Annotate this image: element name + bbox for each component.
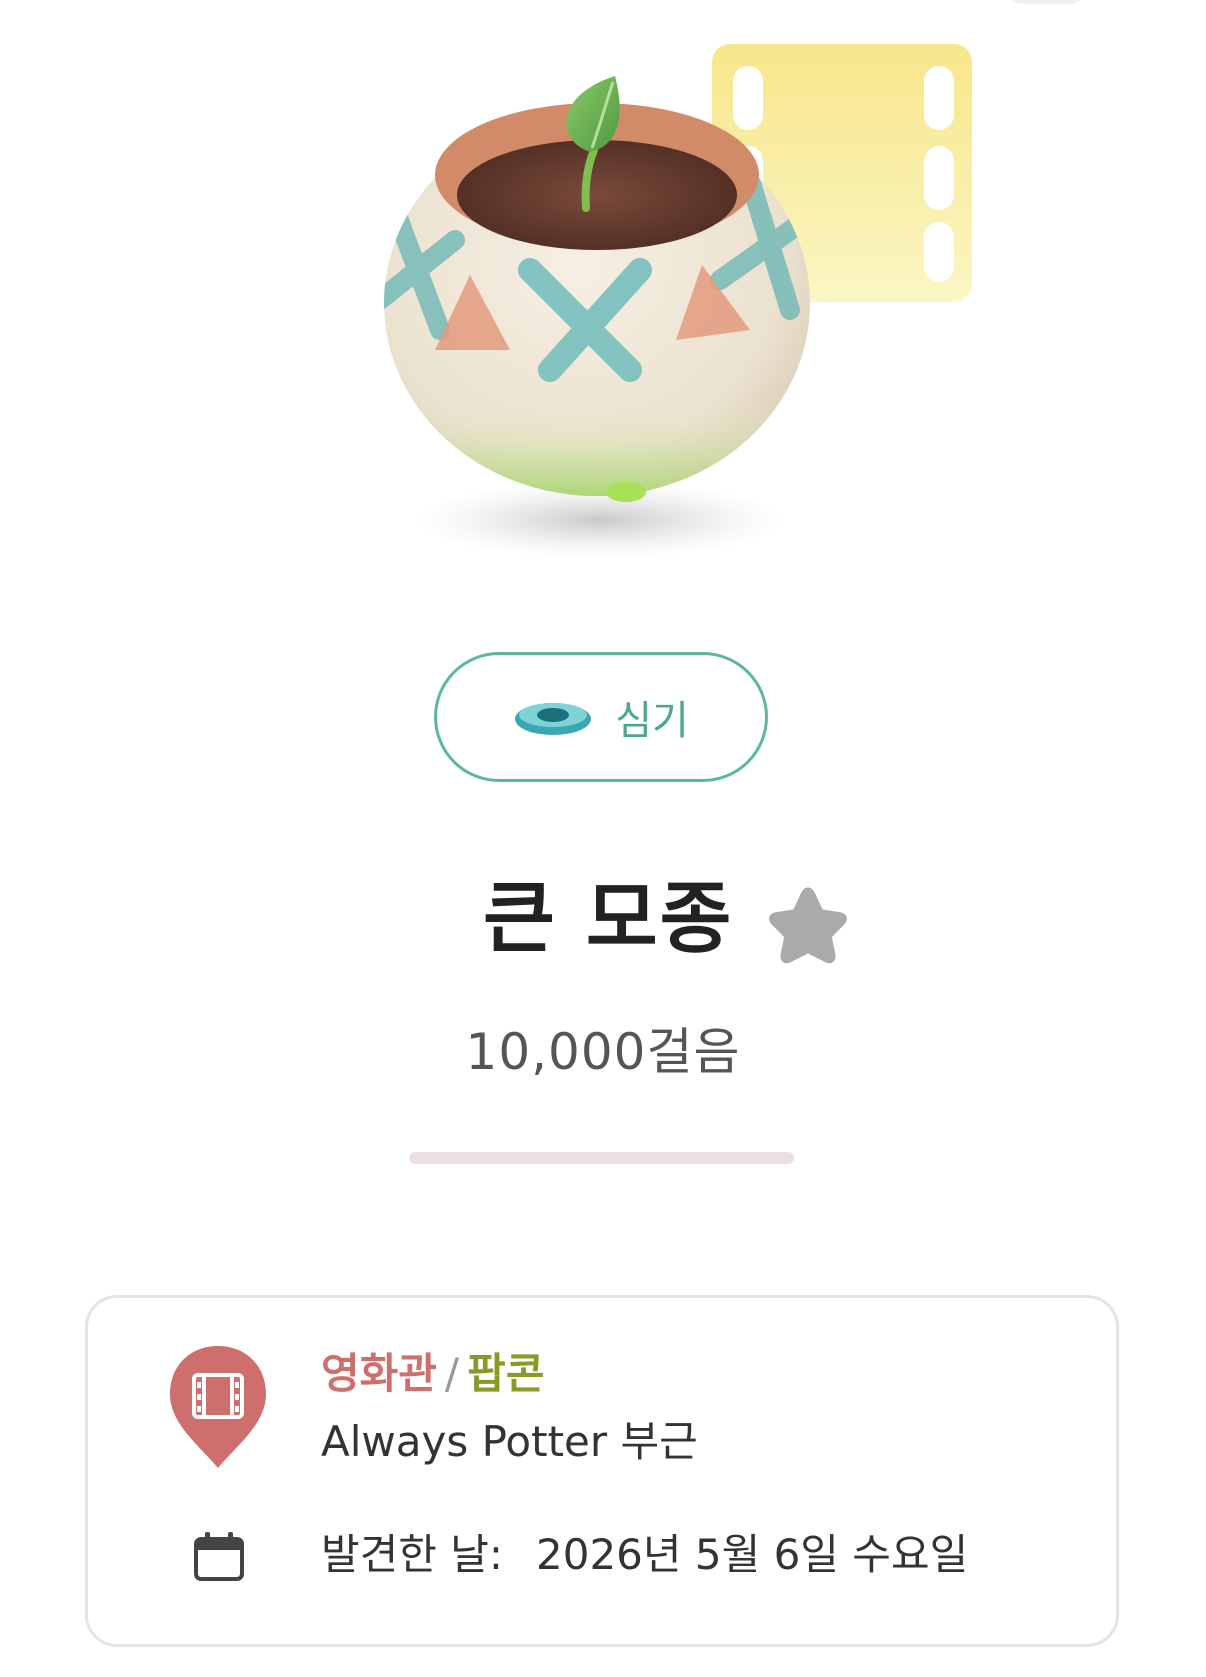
item-title-row: 큰 모종: [0, 862, 1206, 972]
item-illustration: [384, 44, 972, 558]
place-separator: /: [444, 1349, 460, 1398]
place-subtype: 팝콘: [467, 1349, 545, 1398]
location-text: Always Potter 부근: [321, 1417, 698, 1466]
place-type: 영화관: [321, 1349, 437, 1398]
pot-icon: [515, 703, 592, 735]
place-category: 영화관 / 팝콘: [321, 1346, 544, 1402]
star-icon[interactable]: [762, 882, 854, 970]
found-date-label: 발견한 날:: [321, 1530, 504, 1579]
found-date-value: 2026년 5월 6일 수요일: [536, 1530, 969, 1579]
steps-requirement: 10,000걸음: [465, 1023, 741, 1081]
discovery-card: 영화관 / 팝콘 Always Potter 부근 발견한 날: 2026년 5월 …: [85, 1295, 1119, 1647]
plant-button[interactable]: 심기: [434, 652, 768, 782]
item-name: 큰 모종: [483, 874, 734, 964]
movie-theater-pin-icon: [170, 1346, 266, 1468]
plant-button-label: 심기: [615, 698, 689, 744]
calendar-icon: [194, 1532, 244, 1581]
divider: [409, 1152, 794, 1164]
